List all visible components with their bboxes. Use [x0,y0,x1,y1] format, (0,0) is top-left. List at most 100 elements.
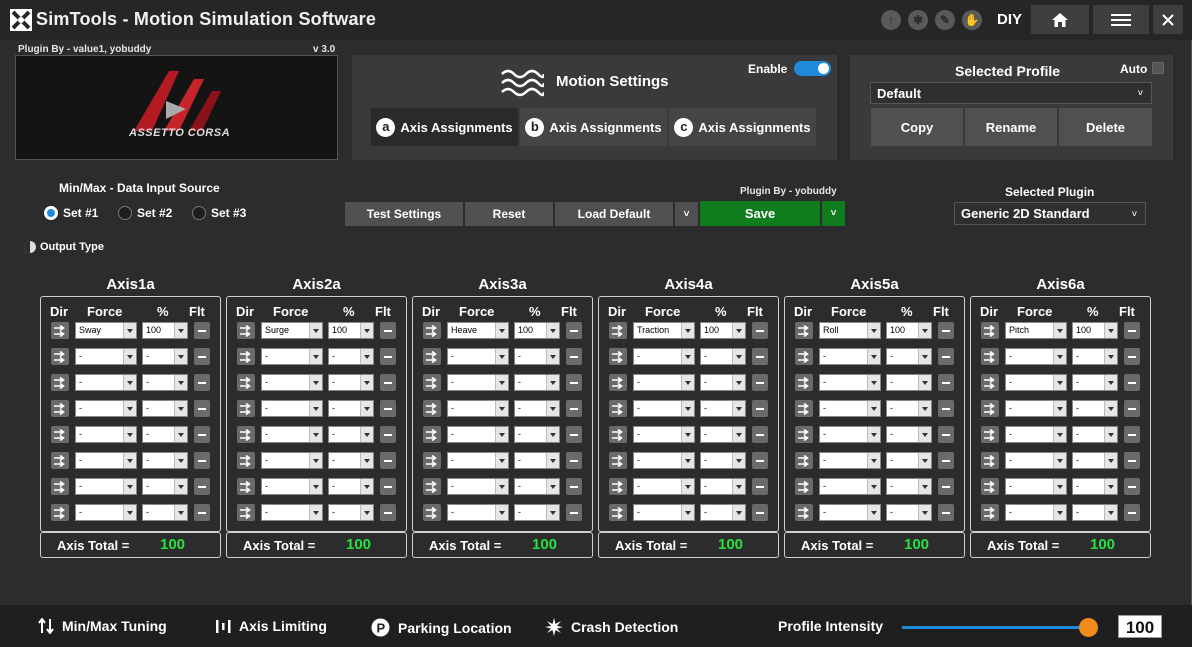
force-select[interactable]: - [819,478,881,495]
direction-arrow-icon[interactable] [609,452,627,469]
filter-button[interactable] [194,452,210,469]
percent-select[interactable]: - [328,452,374,469]
axis-limiting-button[interactable]: Axis Limiting [215,618,327,634]
direction-arrow-icon[interactable] [795,504,813,521]
rename-button[interactable]: Rename [965,108,1057,146]
hand-icon[interactable]: ✋ [962,10,982,30]
percent-select[interactable]: - [328,400,374,417]
percent-select[interactable]: - [1072,478,1118,495]
filter-button[interactable] [380,322,396,339]
percent-select[interactable]: - [700,348,746,365]
force-select[interactable]: - [1005,504,1067,521]
intensity-slider-thumb[interactable] [1079,618,1098,637]
force-select[interactable]: - [633,400,695,417]
filter-button[interactable] [752,504,768,521]
percent-select[interactable]: - [142,452,188,469]
filter-button[interactable] [566,426,582,443]
direction-arrow-icon[interactable] [981,348,999,365]
profile-select[interactable]: Default ˅ [870,82,1152,104]
filter-button[interactable] [380,504,396,521]
load-default-button[interactable]: Load Default [555,202,673,226]
gear-icon[interactable]: ✱ [908,10,928,30]
filter-button[interactable] [194,400,210,417]
radio-set-1[interactable]: Set #1 [44,206,98,220]
direction-arrow-icon[interactable] [609,426,627,443]
direction-arrow-icon[interactable] [51,348,69,365]
percent-select[interactable]: - [142,348,188,365]
direction-arrow-icon[interactable] [423,504,441,521]
percent-select[interactable]: - [514,504,560,521]
percent-select[interactable]: - [328,504,374,521]
direction-arrow-icon[interactable] [237,504,255,521]
filter-button[interactable] [1124,478,1140,495]
upload-icon[interactable]: ↑ [881,10,901,30]
direction-arrow-icon[interactable] [237,348,255,365]
crash-detection-button[interactable]: Crash Detection [545,618,678,636]
force-select[interactable]: Sway [75,322,137,339]
direction-arrow-icon[interactable] [795,478,813,495]
force-select[interactable]: - [447,400,509,417]
filter-button[interactable] [938,478,954,495]
filter-button[interactable] [1124,322,1140,339]
filter-button[interactable] [1124,452,1140,469]
percent-select[interactable]: - [886,348,932,365]
direction-arrow-icon[interactable] [609,374,627,391]
force-select[interactable]: - [1005,400,1067,417]
force-select[interactable]: - [261,400,323,417]
filter-button[interactable] [566,348,582,365]
percent-select[interactable]: - [328,374,374,391]
force-select[interactable]: - [447,374,509,391]
load-default-dropdown-button[interactable]: ˅ [675,202,698,226]
force-select[interactable]: - [819,426,881,443]
direction-arrow-icon[interactable] [51,374,69,391]
force-select[interactable]: - [819,504,881,521]
direction-arrow-icon[interactable] [981,400,999,417]
intensity-slider[interactable] [902,618,1098,637]
direction-arrow-icon[interactable] [237,322,255,339]
direction-arrow-icon[interactable] [237,478,255,495]
percent-select[interactable]: 100 [700,322,746,339]
force-select[interactable]: - [633,504,695,521]
direction-arrow-icon[interactable] [609,348,627,365]
percent-select[interactable]: - [1072,504,1118,521]
delete-button[interactable]: Delete [1059,108,1152,146]
force-select[interactable]: Roll [819,322,881,339]
force-select[interactable]: - [75,478,137,495]
force-select[interactable]: - [633,374,695,391]
direction-arrow-icon[interactable] [423,426,441,443]
filter-button[interactable] [566,400,582,417]
filter-button[interactable] [752,478,768,495]
filter-button[interactable] [1124,400,1140,417]
filter-button[interactable] [380,400,396,417]
percent-select[interactable]: - [514,426,560,443]
force-select[interactable]: - [75,426,137,443]
percent-select[interactable]: - [1072,452,1118,469]
filter-button[interactable] [380,348,396,365]
percent-select[interactable]: - [886,426,932,443]
percent-select[interactable]: - [142,478,188,495]
direction-arrow-icon[interactable] [237,426,255,443]
force-select[interactable]: - [447,348,509,365]
filter-button[interactable] [380,478,396,495]
filter-button[interactable] [752,374,768,391]
percent-select[interactable]: - [700,452,746,469]
force-select[interactable]: - [447,478,509,495]
force-select[interactable]: - [447,504,509,521]
percent-select[interactable]: 100 [1072,322,1118,339]
force-select[interactable]: - [75,504,137,521]
direction-arrow-icon[interactable] [795,426,813,443]
output-type-icon[interactable] [23,240,37,254]
percent-select[interactable]: - [514,348,560,365]
filter-button[interactable] [380,374,396,391]
direction-arrow-icon[interactable] [237,452,255,469]
home-button[interactable] [1031,5,1089,34]
enable-toggle[interactable] [794,61,831,76]
force-select[interactable]: - [75,348,137,365]
direction-arrow-icon[interactable] [237,374,255,391]
force-select[interactable]: Heave [447,322,509,339]
filter-button[interactable] [938,400,954,417]
filter-button[interactable] [752,348,768,365]
filter-button[interactable] [194,322,210,339]
save-dropdown-button[interactable]: ˅ [822,201,845,226]
direction-arrow-icon[interactable] [609,478,627,495]
